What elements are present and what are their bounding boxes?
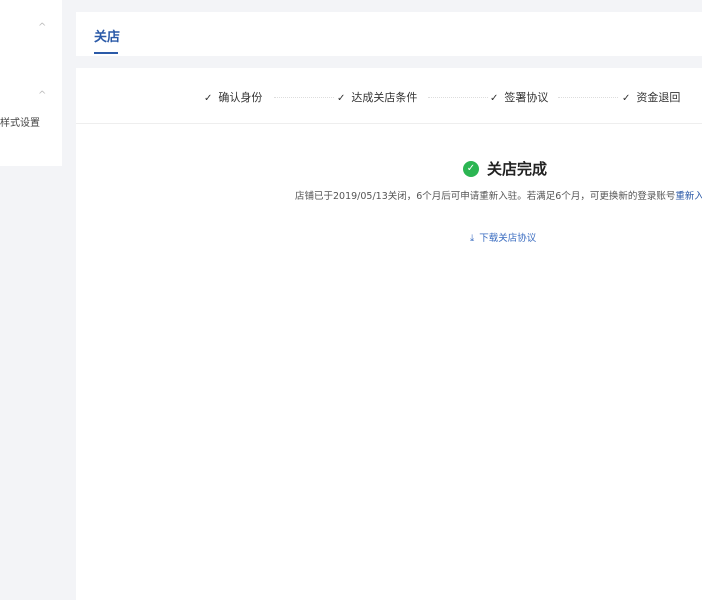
step-label: 签署协议 bbox=[504, 91, 549, 104]
sidebar: ^ ^ 样式设置 bbox=[0, 0, 62, 166]
result-description: 店铺已于2019/05/13关闭，6个月后可申请重新入驻。若满足6个月，可更换新… bbox=[295, 188, 702, 202]
tab-active-indicator bbox=[94, 52, 118, 54]
step-connector bbox=[274, 97, 334, 98]
main-content: ✓ 确认身份 ✓ 达成关店条件 ✓ 签署协议 ✓ 资金退回 ✓ 关店完成 店铺已于201… bbox=[76, 68, 702, 600]
check-icon: ✓ bbox=[337, 93, 346, 104]
step-confirm-identity: ✓ 确认身份 bbox=[204, 89, 262, 105]
progress-steps: ✓ 确认身份 ✓ 达成关店条件 ✓ 签署协议 ✓ 资金退回 bbox=[76, 68, 702, 124]
step-label: 资金退回 bbox=[636, 91, 681, 104]
check-icon: ✓ bbox=[490, 93, 499, 104]
tab-close-shop[interactable]: 关店 bbox=[94, 26, 120, 45]
description-text: 店铺已于2019/05/13关闭，6个月后可申请重新入驻。若满足6个月，可更换新… bbox=[295, 191, 676, 202]
chevron-up-icon[interactable]: ^ bbox=[38, 22, 46, 33]
check-icon: ✓ bbox=[622, 93, 631, 104]
step-label: 确认身份 bbox=[218, 91, 263, 104]
reapply-link[interactable]: 重新入驻 bbox=[675, 191, 702, 202]
success-check-icon: ✓ bbox=[463, 160, 479, 177]
sidebar-item-style-settings[interactable]: 样式设置 bbox=[0, 114, 62, 129]
step-label: 达成关店条件 bbox=[351, 91, 418, 104]
download-icon: ⤓ bbox=[470, 233, 475, 244]
download-label: 下载关店协议 bbox=[479, 233, 537, 244]
tab-bar: 关店 bbox=[76, 12, 702, 56]
chevron-up-icon[interactable]: ^ bbox=[38, 90, 46, 101]
result-title: 关店完成 bbox=[487, 160, 548, 178]
result-header: ✓ 关店完成 bbox=[463, 158, 547, 179]
check-icon: ✓ bbox=[204, 93, 213, 104]
step-fund-return: ✓ 资金退回 bbox=[622, 89, 680, 105]
step-sign-agreement: ✓ 签署协议 bbox=[490, 89, 548, 105]
step-connector bbox=[558, 97, 618, 98]
download-agreement-link[interactable]: ⤓ 下载关店协议 bbox=[470, 230, 536, 244]
step-meet-conditions: ✓ 达成关店条件 bbox=[337, 89, 417, 105]
step-connector bbox=[428, 97, 488, 98]
